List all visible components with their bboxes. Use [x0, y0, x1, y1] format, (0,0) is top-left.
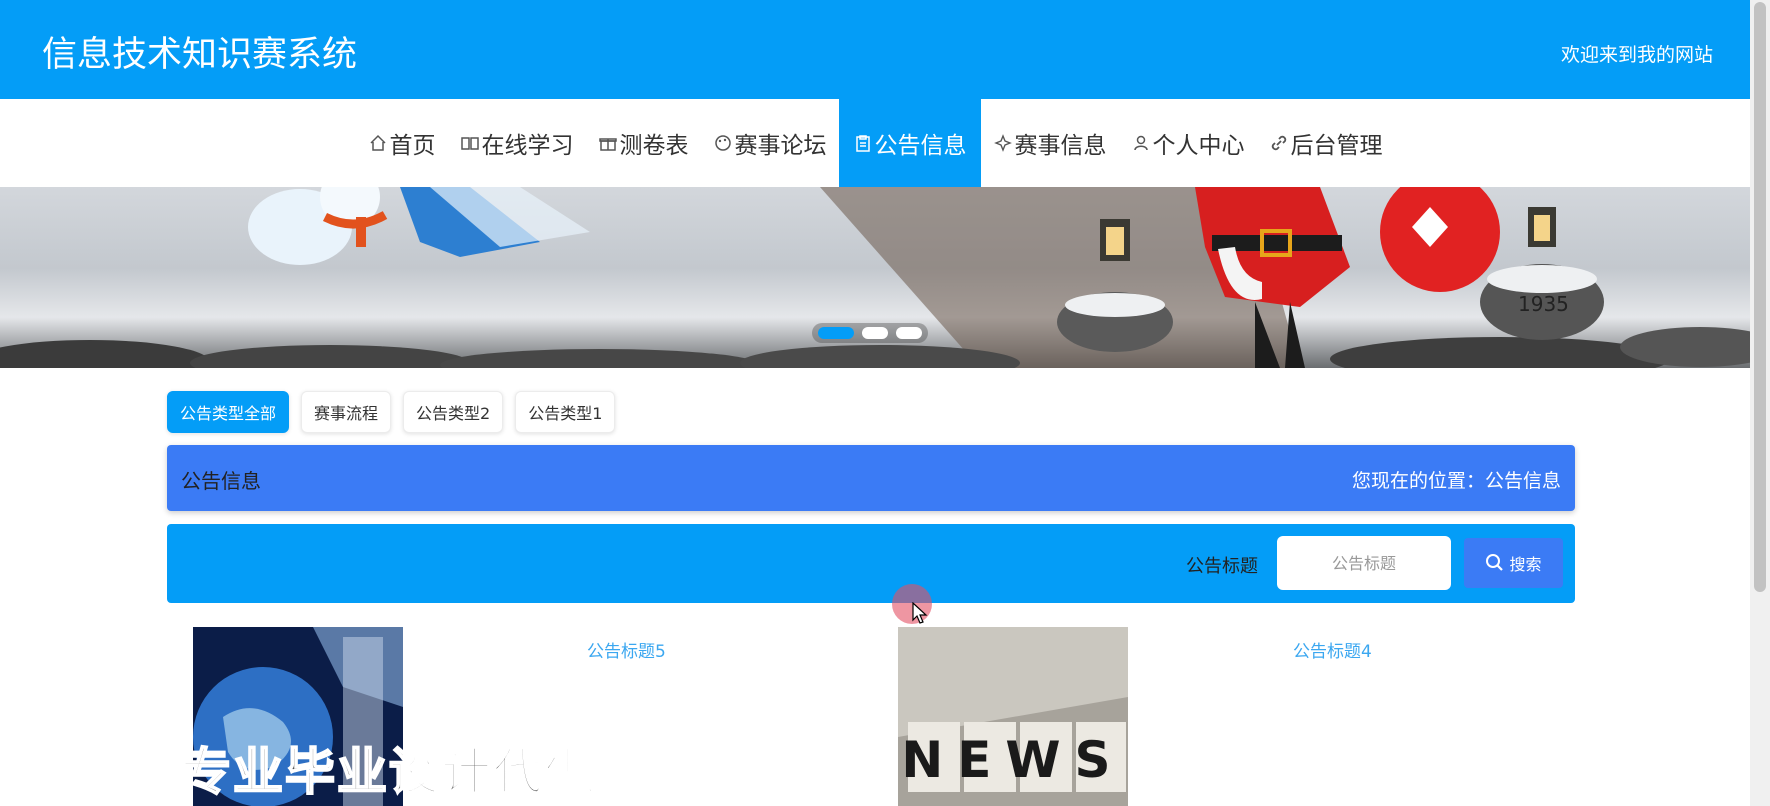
top-header: 信息技术知识赛系统 欢迎来到我的网站 — [0, 0, 1750, 99]
nav-item-profile[interactable]: 个人中心 — [1119, 99, 1257, 187]
nav-label: 公告信息 — [874, 133, 967, 159]
nav-item-events[interactable]: 赛事信息 — [981, 99, 1119, 187]
location-bar: 公告信息 您现在的位置：公告信息 — [167, 445, 1575, 511]
page-scrollbar[interactable] — [1750, 0, 1770, 806]
carousel-indicators — [812, 323, 928, 343]
nav-label: 个人中心 — [1152, 133, 1245, 159]
announcement-type-tabs: 公告类型全部 赛事流程 公告类型2 公告类型1 — [167, 391, 616, 433]
notice-title[interactable]: 公告标题4 — [1293, 637, 1372, 662]
nav-item-forum[interactable]: 赛事论坛 — [701, 99, 839, 187]
news-blocks-image: NEWS — [898, 627, 1128, 806]
spark-icon — [993, 133, 1013, 153]
mouse-cursor — [892, 584, 932, 624]
palette-icon — [713, 133, 733, 153]
nav-label: 后台管理 — [1290, 133, 1383, 159]
carousel-dot[interactable] — [862, 327, 888, 339]
search-button-label: 搜索 — [1509, 555, 1542, 574]
section-title: 公告信息 — [181, 469, 261, 493]
notice-title[interactable]: 公告标题5 — [587, 637, 666, 662]
nav-label: 赛事论坛 — [734, 133, 827, 159]
nav-item-test-papers[interactable]: 测卷表 — [586, 99, 701, 187]
notice-thumbnail[interactable]: NEWS — [898, 627, 1128, 806]
main-nav: 首页 在线学习 测卷表 赛事论坛 公告信息 赛事信息 个人中心 后台管理 — [0, 99, 1750, 187]
clipboard-icon — [853, 133, 873, 153]
search-label: 公告标题 — [1186, 556, 1258, 577]
nav-item-announcements[interactable]: 公告信息 — [838, 99, 981, 187]
site-title: 信息技术知识赛系统 — [42, 35, 358, 75]
nav-label: 测卷表 — [619, 133, 689, 159]
banner-carousel[interactable]: 1935 — [0, 187, 1750, 368]
tab-all-types[interactable]: 公告类型全部 — [167, 391, 290, 433]
book-icon — [460, 133, 480, 153]
news-image-text: NEWS — [901, 731, 1124, 789]
tab-type-1[interactable]: 公告类型1 — [515, 391, 616, 433]
tab-type-2[interactable]: 公告类型2 — [403, 391, 504, 433]
cursor-arrow-icon — [912, 602, 928, 624]
carousel-dot[interactable] — [818, 327, 854, 339]
search-input[interactable] — [1277, 536, 1451, 590]
search-panel: 公告标题 搜索 — [167, 524, 1575, 603]
user-icon — [1131, 133, 1151, 153]
nav-item-online-learning[interactable]: 在线学习 — [448, 99, 586, 187]
breadcrumb: 您现在的位置：公告信息 — [1351, 470, 1561, 492]
scrollbar-thumb[interactable] — [1754, 2, 1766, 592]
nav-item-admin[interactable]: 后台管理 — [1257, 99, 1395, 187]
notice-card[interactable]: NEWS 公告标题4 — [898, 627, 1518, 806]
home-icon — [368, 133, 388, 153]
nav-item-home[interactable]: 首页 — [356, 99, 448, 187]
banner-stone-text: 1935 — [1518, 292, 1569, 316]
nav-label: 赛事信息 — [1014, 133, 1107, 159]
watermark-text: 专业毕业设计代做 — [180, 742, 597, 802]
carousel-dot[interactable] — [896, 327, 922, 339]
page: 信息技术知识赛系统 欢迎来到我的网站 首页 在线学习 测卷表 赛事论坛 公告信息… — [0, 0, 1770, 806]
search-button[interactable]: 搜索 — [1464, 538, 1563, 588]
gift-icon — [598, 133, 618, 153]
nav-label: 首页 — [389, 133, 436, 159]
search-icon — [1486, 554, 1504, 571]
welcome-text: 欢迎来到我的网站 — [1560, 44, 1713, 66]
nav-label: 在线学习 — [481, 133, 574, 159]
link-icon — [1269, 133, 1289, 153]
tab-event-process[interactable]: 赛事流程 — [301, 391, 392, 433]
